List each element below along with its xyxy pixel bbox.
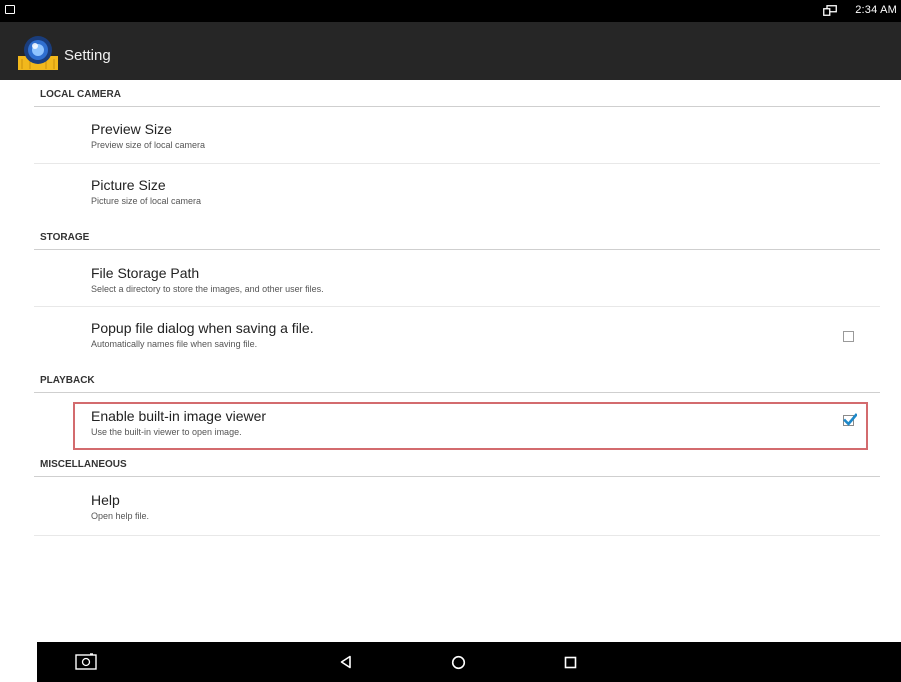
pref-summary: Picture size of local camera bbox=[91, 196, 202, 206]
pref-title: Popup file dialog when saving a file. bbox=[91, 320, 314, 336]
pref-summary: Preview size of local camera bbox=[91, 140, 206, 150]
page-title: Setting bbox=[64, 47, 111, 64]
pref-popup-file-dialog[interactable]: Popup file dialog when saving a file. Au… bbox=[34, 307, 880, 366]
status-time: 2:34 AM bbox=[855, 4, 897, 16]
recents-icon[interactable] bbox=[564, 656, 577, 669]
back-icon[interactable] bbox=[339, 655, 353, 669]
pref-preview-size[interactable]: Preview Size Preview size of local camer… bbox=[34, 107, 880, 164]
camera-app-icon[interactable] bbox=[18, 32, 58, 72]
pref-summary: Select a directory to store the images, … bbox=[91, 284, 324, 294]
notification-icon bbox=[5, 5, 15, 14]
preferences-list: LOCAL CAMERA Preview Size Preview size o… bbox=[34, 80, 880, 536]
category-local-camera: LOCAL CAMERA bbox=[34, 80, 880, 107]
pref-file-storage-path[interactable]: File Storage Path Select a directory to … bbox=[34, 250, 880, 307]
popup-file-dialog-checkbox[interactable] bbox=[843, 331, 854, 342]
pref-title: File Storage Path bbox=[91, 265, 200, 281]
category-playback: PLAYBACK bbox=[34, 366, 880, 393]
screenshot-icon[interactable] bbox=[75, 653, 97, 670]
pref-title: Preview Size bbox=[91, 121, 172, 137]
category-miscellaneous: MISCELLANEOUS bbox=[34, 450, 880, 477]
category-storage: STORAGE bbox=[34, 223, 880, 250]
pref-title: Help bbox=[91, 492, 120, 508]
pref-summary: Open help file. bbox=[91, 511, 150, 521]
settings-screen: 2:34 AM Setting LOCAL CAMERA Preview Siz… bbox=[0, 0, 901, 682]
status-bar: 2:34 AM bbox=[0, 0, 901, 22]
home-icon[interactable] bbox=[451, 655, 466, 670]
pref-title: Picture Size bbox=[91, 177, 166, 193]
cast-icon bbox=[823, 5, 837, 16]
pref-summary: Automatically names file when saving fil… bbox=[91, 339, 258, 349]
pref-picture-size[interactable]: Picture Size Picture size of local camer… bbox=[34, 164, 880, 223]
pref-help[interactable]: Help Open help file. bbox=[34, 477, 880, 536]
highlight-box bbox=[73, 402, 868, 450]
navigation-bar bbox=[37, 642, 901, 682]
action-bar: Setting bbox=[0, 22, 901, 80]
